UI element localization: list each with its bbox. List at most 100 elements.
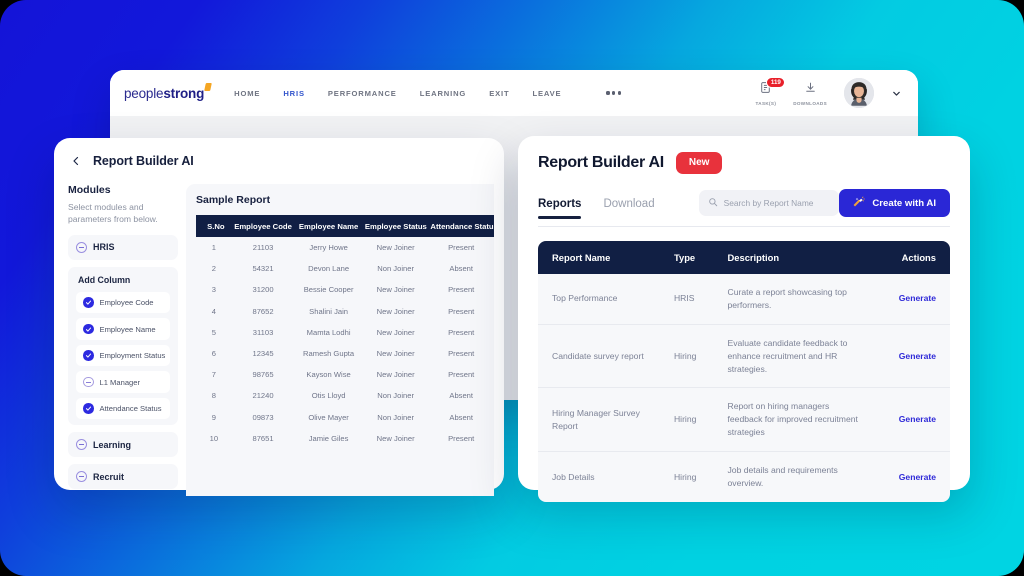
sample-report-heading: Sample Report (196, 194, 494, 206)
parameter-employment-status[interactable]: Employment Status (76, 345, 170, 367)
nav-link-leave[interactable]: LEAVE (532, 89, 561, 98)
avatar[interactable] (844, 78, 874, 108)
nav-link-home[interactable]: HOME (234, 89, 260, 98)
right-panel-toolbar: Reports Download Search by Report Name (538, 189, 950, 227)
nav-link-performance[interactable]: PERFORMANCE (328, 89, 397, 98)
downloads-button[interactable]: DOWNLOADS (793, 81, 827, 106)
brand-suffix: strong (163, 86, 204, 101)
brand-prefix: people (124, 86, 163, 101)
tasks-label: TASK(S) (755, 101, 776, 106)
table-row: Hiring Manager Survey Report Hiring Repo… (538, 388, 950, 452)
tab-download[interactable]: Download (603, 198, 654, 219)
column-header-description: Description (728, 241, 872, 274)
cell-type: Hiring (674, 452, 728, 502)
collapse-icon (76, 471, 87, 482)
app-navbar: peoplestrong HOME HRIS PERFORMANCE LEARN… (110, 70, 918, 116)
generate-link[interactable]: Generate (872, 388, 950, 452)
cell-status: New Joiner (363, 343, 429, 364)
module-recruit[interactable]: Recruit (68, 464, 178, 489)
parameter-attendance-status[interactable]: Attendance Status (76, 398, 170, 420)
nav-link-learning[interactable]: LEARNING (420, 89, 466, 98)
cell-attendance: Present (428, 237, 494, 258)
cell-report-name: Top Performance (538, 274, 674, 324)
column-header-employee-name: Employee Name (294, 215, 363, 237)
report-builder-right-panel: Report Builder AI New Reports Download S… (518, 136, 970, 490)
tasks-badge: 119 (766, 77, 785, 89)
cell-status: Non Joiner (363, 258, 429, 279)
peoplestrong-logo[interactable]: peoplestrong (124, 86, 204, 101)
parameter-label: Attendance Status (100, 404, 162, 413)
column-header-attendance-status: Attendance Status (428, 215, 494, 237)
nav-link-exit[interactable]: EXIT (489, 89, 509, 98)
checkbox-checked-icon (83, 297, 94, 308)
add-column-group: Add Column Employee Code Employee Name (68, 267, 178, 426)
nav-overflow-icon[interactable] (606, 91, 621, 94)
add-column-label: Add Column (78, 275, 170, 285)
cell-code: 31200 (232, 279, 295, 300)
cell-status: New Joiner (363, 279, 429, 300)
screenshot-stage: peoplestrong HOME HRIS PERFORMANCE LEARN… (0, 0, 1024, 576)
cell-code: 21103 (232, 237, 295, 258)
reports-table-wrapper: Report Name Type Description Actions Top… (538, 241, 950, 502)
cell-name: Jerry Howe (294, 237, 363, 258)
download-icon (804, 81, 817, 99)
sample-report-table: S.No Employee Code Employee Name Employe… (196, 215, 494, 449)
cell-name: Kayson Wise (294, 364, 363, 385)
right-panel-header: Report Builder AI New (538, 152, 950, 174)
generate-link[interactable]: Generate (872, 452, 950, 502)
cell-code: 87651 (232, 428, 295, 449)
column-header-employee-code: Employee Code (232, 215, 295, 237)
cell-name: Otis Lloyd (294, 385, 363, 406)
column-header-actions: Actions (872, 241, 950, 274)
generate-link[interactable]: Generate (872, 274, 950, 324)
cell-attendance: Absent (428, 258, 494, 279)
reports-table-body: Top Performance HRIS Curate a report sho… (538, 274, 950, 502)
parameter-employee-name[interactable]: Employee Name (76, 318, 170, 340)
column-header-employee-status: Employee Status (363, 215, 429, 237)
cell-type: Hiring (674, 388, 728, 452)
nav-link-hris[interactable]: HRIS (283, 89, 305, 98)
cell-code: 21240 (232, 385, 295, 406)
table-row: Job Details Hiring Job details and requi… (538, 452, 950, 502)
modules-heading: Modules (68, 184, 178, 196)
reports-table: Report Name Type Description Actions Top… (538, 241, 950, 502)
chevron-down-icon[interactable] (891, 88, 902, 99)
create-with-ai-button[interactable]: Create with AI (839, 189, 950, 217)
cell-status: New Joiner (363, 364, 429, 385)
report-builder-left-panel: Report Builder AI Modules Select modules… (54, 138, 504, 490)
cell-attendance: Absent (428, 407, 494, 428)
tasks-button[interactable]: 119 TASK(S) (755, 81, 776, 106)
search-input[interactable]: Search by Report Name (699, 190, 840, 216)
cell-code: 09873 (232, 407, 295, 428)
cell-sno: 4 (196, 301, 232, 322)
module-hris[interactable]: HRIS (68, 235, 178, 260)
cell-attendance: Present (428, 322, 494, 343)
checkbox-checked-icon (83, 324, 94, 335)
table-header-row: Report Name Type Description Actions (538, 241, 950, 274)
cell-status: Non Joiner (363, 407, 429, 428)
back-arrow-icon[interactable] (70, 155, 82, 167)
module-learning[interactable]: Learning (68, 432, 178, 457)
search-placeholder: Search by Report Name (724, 198, 814, 208)
generate-link[interactable]: Generate (872, 324, 950, 388)
brand-mark-icon (204, 83, 212, 91)
collapse-icon (76, 439, 87, 450)
cell-code: 98765 (232, 364, 295, 385)
parameter-l1-manager[interactable]: L1 Manager (76, 371, 170, 393)
cell-name: Devon Lane (294, 258, 363, 279)
cell-attendance: Present (428, 428, 494, 449)
cell-report-name: Hiring Manager Survey Report (538, 388, 674, 452)
search-icon (708, 194, 718, 212)
cell-attendance: Present (428, 364, 494, 385)
cell-sno: 7 (196, 364, 232, 385)
module-recruit-label: Recruit (93, 472, 124, 482)
column-header-sno: S.No (196, 215, 232, 237)
cell-status: New Joiner (363, 428, 429, 449)
parameter-employee-code[interactable]: Employee Code (76, 292, 170, 314)
column-header-type: Type (674, 241, 728, 274)
cell-report-name: Job Details (538, 452, 674, 502)
cell-name: Bessie Cooper (294, 279, 363, 300)
table-row: 8 21240 Otis Lloyd Non Joiner Absent (196, 385, 494, 406)
tab-reports[interactable]: Reports (538, 198, 581, 219)
primary-nav: HOME HRIS PERFORMANCE LEARNING EXIT LEAV… (234, 89, 621, 98)
